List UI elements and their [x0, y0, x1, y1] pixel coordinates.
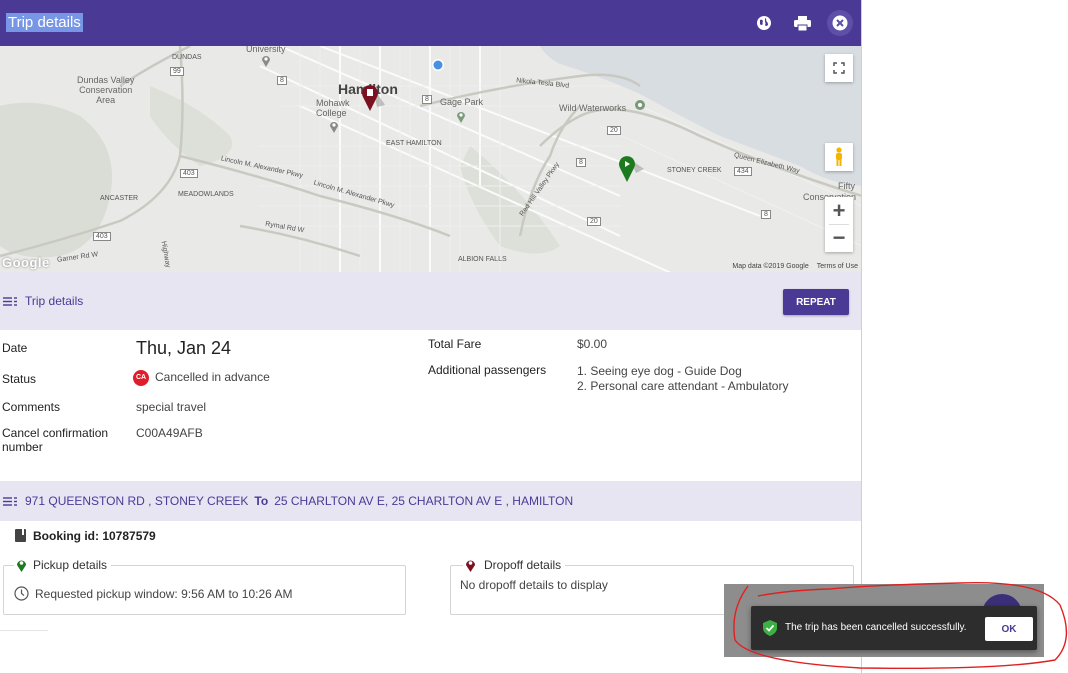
list-icon	[3, 297, 17, 306]
comments-value: special travel	[136, 400, 207, 414]
status-label: Status	[2, 372, 37, 386]
route-section-header: 971 QUEENSTON RD , STONEY CREEK To 25 CHAR…	[0, 481, 861, 521]
highway-shield: 20	[587, 217, 601, 226]
pickup-details-box: Pickup details Requested pickup window: …	[3, 558, 406, 615]
list-icon	[3, 497, 17, 506]
zoom-out-button[interactable]: −	[833, 225, 846, 251]
route-to-label: To	[254, 494, 269, 508]
map-label-stoney-creek: STONEY CREEK	[667, 167, 722, 174]
dialog-title: Trip details	[6, 13, 83, 32]
cancelled-badge: CA	[133, 370, 149, 386]
highway-shield: 8	[576, 158, 586, 167]
map-data-text: Map data ©2019 Google	[732, 263, 809, 270]
clock-icon	[14, 586, 29, 601]
route-summary: 971 QUEENSTON RD , STONEY CREEK To 25 CHAR…	[25, 494, 573, 508]
poi-pin-icon	[635, 100, 645, 110]
status-text: Cancelled in advance	[155, 370, 270, 385]
date-value: Thu, Jan 24	[136, 338, 232, 358]
total-fare-label: Total Fare	[428, 337, 482, 351]
cancel-confirmation-label: Cancel confirmation	[2, 426, 109, 440]
snackbar-ok-button[interactable]: OK	[985, 617, 1033, 641]
dropoff-details-title: Dropoff details	[484, 558, 562, 572]
highway-shield: 20	[607, 126, 621, 135]
google-logo: Google	[2, 255, 50, 270]
highway-shield: 8	[422, 95, 432, 104]
close-icon[interactable]	[827, 10, 853, 36]
map-label-mohawk-college: Mohawk College	[316, 98, 350, 118]
fullscreen-icon[interactable]	[825, 54, 853, 82]
print-icon[interactable]	[791, 12, 813, 34]
poi-pin-icon	[262, 56, 270, 67]
shield-check-icon	[763, 620, 777, 636]
trip-details-section-title: Trip details	[25, 294, 84, 308]
map-label-albion-falls: ALBION FALLS	[458, 256, 507, 263]
park-pin-icon	[457, 112, 465, 123]
street-view-pegman-icon[interactable]	[825, 143, 853, 171]
map-label-wild-waterworks: Wild Waterworks	[559, 103, 627, 113]
pickup-details-title: Pickup details	[33, 558, 108, 572]
divider	[0, 630, 48, 631]
comments-label: Comments	[2, 400, 61, 414]
trip-details-section-header: Trip details REPEAT	[0, 272, 861, 330]
poi-pin-icon	[330, 122, 338, 133]
map-attribution: Map data ©2019 Google Terms of Use	[724, 263, 858, 270]
route-map[interactable]: Hamilton Dundas Valley Conservation Area…	[0, 46, 861, 272]
dropoff-pin-icon	[466, 560, 475, 572]
globe-icon[interactable]	[753, 12, 775, 34]
zoom-in-button[interactable]: +	[833, 198, 846, 224]
additional-passengers-label: Additional passengers	[428, 363, 547, 377]
route-to: 25 CHARLTON AV E, 25 CHARLTON AV E , HAM…	[274, 494, 574, 508]
pickup-window: Requested pickup window: 9:56 AM to 10:2…	[35, 587, 293, 601]
total-fare-value: $0.00	[577, 337, 608, 351]
highway-shield: 8	[277, 76, 287, 85]
map-label-gage-park: Gage Park	[440, 97, 484, 107]
trip-details-dialog: Trip details Dundas Valley Conservation …	[0, 0, 862, 673]
zoom-controls: + −	[825, 197, 853, 252]
map-label-ancaster: ANCASTER	[100, 195, 139, 202]
pickup-marker-icon[interactable]	[618, 155, 646, 183]
map-label-dundas: DUNDAS	[172, 54, 202, 61]
map-label-meadowlands: MEADOWLANDS	[178, 191, 234, 198]
highway-shield: 403	[93, 232, 111, 241]
snackbar-message: The trip has been cancelled successfully…	[785, 622, 967, 633]
highway-shield: 403	[180, 169, 198, 178]
highway-shield: 99	[170, 67, 184, 76]
map-label-fifty: Fifty	[838, 181, 855, 191]
pickup-pin-icon	[17, 560, 26, 572]
dropoff-details-legend: Dropoff details	[463, 558, 566, 572]
booking-book-icon	[15, 529, 26, 542]
terms-of-use-link[interactable]: Terms of Use	[817, 263, 858, 270]
cancel-confirmation-value: C00A49AFB	[136, 426, 203, 440]
status-value: CA Cancelled in advance	[133, 370, 270, 386]
map-label-university: University	[246, 46, 286, 54]
repeat-button[interactable]: REPEAT	[783, 289, 849, 315]
cancel-confirmation-label-2: number	[2, 440, 43, 454]
highway-shield: 8	[761, 210, 771, 219]
passenger-item: 1. Seeing eye dog - Guide Dog	[577, 364, 742, 378]
dialog-header: Trip details	[0, 0, 861, 46]
map-label-dundas-valley: Dundas Valley Conservation Area	[77, 75, 135, 105]
highway-shield: 434	[734, 167, 752, 176]
success-snackbar: The trip has been cancelled successfully…	[751, 606, 1037, 650]
dropoff-message: No dropoff details to display	[460, 578, 608, 592]
date-label: Date	[2, 341, 28, 355]
current-location-icon	[432, 59, 444, 71]
route-from: 971 QUEENSTON RD , STONEY CREEK	[25, 494, 249, 508]
map-label-east-hamilton: EAST HAMILTON	[386, 140, 442, 147]
pickup-details-legend: Pickup details	[14, 558, 112, 572]
booking-id: Booking id: 10787579	[33, 529, 156, 543]
dropoff-marker-icon[interactable]	[361, 83, 387, 113]
passenger-item: 2. Personal care attendant - Ambulatory	[577, 379, 789, 393]
